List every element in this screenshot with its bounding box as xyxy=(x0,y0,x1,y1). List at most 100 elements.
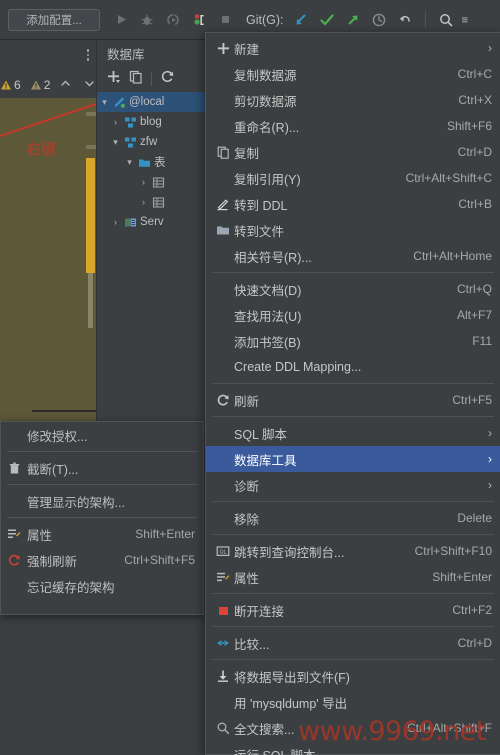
submenu-item-forget-cached-schema[interactable]: 忘记缓存的架构 xyxy=(1,573,203,599)
run-icon[interactable] xyxy=(110,9,132,31)
menu-item-goto-file[interactable]: 转到文件 xyxy=(206,217,500,243)
tree-node-table-2[interactable]: › xyxy=(97,192,212,212)
submenu-item-label: 忘记缓存的架构 xyxy=(27,580,115,595)
tree-node-table-1[interactable]: › xyxy=(97,172,212,192)
menu-item-diagnostics[interactable]: 诊断 › xyxy=(206,472,500,498)
menu-item-accel: Delete xyxy=(457,511,492,525)
menu-item-label: 移除 xyxy=(234,512,260,527)
previous-problem-icon[interactable] xyxy=(59,77,72,93)
schema-icon xyxy=(124,136,137,149)
warning-badge[interactable]: 6 xyxy=(0,78,21,92)
menu-item-duplicate[interactable]: 复制 Ctrl+D xyxy=(206,139,500,165)
chevron-down-icon[interactable]: ▾ xyxy=(110,137,121,148)
menu-item-remove[interactable]: 移除 Delete xyxy=(206,505,500,531)
menu-item-label: 添加书签(B) xyxy=(234,335,301,350)
push-icon[interactable] xyxy=(342,9,364,31)
tree-node-datasource[interactable]: ▾ @local xyxy=(97,92,212,112)
next-problem-icon[interactable] xyxy=(83,77,96,93)
menu-item-label: 用 'mysqldump' 导出 xyxy=(234,696,348,711)
editor-change-marker-secondary xyxy=(88,273,93,328)
menu-item-new[interactable]: 新建 › xyxy=(206,35,500,61)
menu-item-accel: Ctrl+Alt+Shift+C xyxy=(405,171,492,185)
watermark: www.9969.net xyxy=(298,716,486,747)
menu-item-related-symbol[interactable]: 相关符号(R)... Ctrl+Alt+Home xyxy=(206,243,500,269)
history-icon[interactable] xyxy=(368,9,390,31)
menu-item-refresh[interactable]: 刷新 Ctrl+F5 xyxy=(206,387,500,413)
search-icon[interactable] xyxy=(435,9,457,31)
profiler-icon[interactable] xyxy=(188,9,210,31)
menu-item-quick-doc[interactable]: 快速文档(D) Ctrl+Q xyxy=(206,276,500,302)
submenu-item-manage-shown-schemas[interactable]: 管理显示的架构... xyxy=(1,488,203,514)
menu-separator xyxy=(212,534,494,535)
tree-node-label: Serv xyxy=(140,216,164,228)
chevron-right-icon: › xyxy=(488,41,492,55)
tree-node-blog[interactable]: › blog xyxy=(97,112,212,132)
chevron-right-icon[interactable]: › xyxy=(138,197,149,207)
disconnect-icon xyxy=(212,604,234,617)
run-configuration-selector[interactable]: 添加配置... xyxy=(8,8,100,31)
chevron-down-icon[interactable]: ▾ xyxy=(124,157,135,168)
commit-icon[interactable] xyxy=(316,9,338,31)
refresh-icon[interactable] xyxy=(160,69,175,89)
chevron-right-icon[interactable]: › xyxy=(138,177,149,187)
menu-item-accel: Ctrl+Q xyxy=(456,282,492,296)
menu-item-label: 跳转到查询控制台... xyxy=(234,545,345,560)
menu-separator xyxy=(212,383,494,384)
submenu-separator xyxy=(7,451,197,452)
duplicate-icon[interactable] xyxy=(129,70,143,89)
tree-node-zfw[interactable]: ▾ zfw xyxy=(97,132,212,152)
debug-icon[interactable] xyxy=(136,9,158,31)
submenu-item-modify-grants[interactable]: 修改授权... xyxy=(1,422,203,448)
menu-item-database-tools[interactable]: 数据库工具 › xyxy=(206,446,500,472)
git-menu-label[interactable]: Git(G): xyxy=(246,13,284,27)
schema-submenu-popup: 修改授权... 截断(T)... 管理显示的架构... 属性 Shift+Ent… xyxy=(0,421,204,615)
menu-item-add-bookmark[interactable]: 添加书签(B) F11 xyxy=(206,328,500,354)
stop-icon[interactable] xyxy=(214,9,236,31)
tree-node-tables-folder[interactable]: ▾ 表 xyxy=(97,152,212,172)
search-icon xyxy=(212,721,234,735)
menu-item-create-ddl-mapping[interactable]: Create DDL Mapping... xyxy=(206,354,500,380)
menu-item-label: 快速文档(D) xyxy=(234,283,302,298)
menu-item-cut-datasource[interactable]: 剪切数据源 Ctrl+X xyxy=(206,87,500,113)
export-icon xyxy=(212,669,234,683)
submenu-item-properties[interactable]: 属性 Shift+Enter xyxy=(1,521,203,547)
compare-icon xyxy=(212,636,234,650)
server-objects-icon xyxy=(124,216,137,229)
add-icon[interactable] xyxy=(107,70,121,89)
menu-item-compare[interactable]: 比较... Ctrl+D xyxy=(206,630,500,656)
datasource-icon xyxy=(113,96,126,109)
plus-icon xyxy=(212,42,234,55)
menu-item-properties[interactable]: 属性 Shift+Enter xyxy=(206,564,500,590)
menu-item-jump-to-query-console[interactable]: QL 跳转到查询控制台... Ctrl+Shift+F10 xyxy=(206,538,500,564)
menu-item-export-with-mysqldump[interactable]: 用 'mysqldump' 导出 xyxy=(206,689,500,715)
menu-item-rename[interactable]: 重命名(R)... Shift+F6 xyxy=(206,113,500,139)
run-with-coverage-icon[interactable] xyxy=(162,9,184,31)
menu-item-export-data-to-file[interactable]: 将数据导出到文件(F) xyxy=(206,663,500,689)
menu-item-find-usages[interactable]: 查找用法(U) Alt+F7 xyxy=(206,302,500,328)
options-kebab-icon[interactable] xyxy=(81,46,95,64)
rollback-icon[interactable] xyxy=(394,9,416,31)
menu-item-sql-scripts[interactable]: SQL 脚本 › xyxy=(206,420,500,446)
submenu-item-force-refresh[interactable]: 强制刷新 Ctrl+Shift+F5 xyxy=(1,547,203,573)
chevron-right-icon[interactable]: › xyxy=(110,117,121,127)
menu-separator xyxy=(212,272,494,273)
database-tree[interactable]: ▾ @local › blog ▾ zfw ▾ 表 › › › Serv xyxy=(97,92,212,232)
tree-node-server-objects[interactable]: › Serv xyxy=(97,212,212,232)
menu-item-goto-ddl[interactable]: 转到 DDL Ctrl+B xyxy=(206,191,500,217)
error-badge[interactable]: 2 xyxy=(30,78,50,92)
submenu-item-truncate[interactable]: 截断(T)... xyxy=(1,455,203,481)
trash-icon xyxy=(5,462,23,475)
editor-bottom-line xyxy=(32,410,96,412)
update-project-icon[interactable] xyxy=(290,9,312,31)
menu-separator xyxy=(212,416,494,417)
menu-item-copy-datasource[interactable]: 复制数据源 Ctrl+C xyxy=(206,61,500,87)
menu-item-copy-reference[interactable]: 复制引用(Y) Ctrl+Alt+Shift+C xyxy=(206,165,500,191)
more-toolbar-icon[interactable] xyxy=(461,9,469,31)
menu-item-label: SQL 脚本 xyxy=(234,427,288,442)
chevron-down-icon[interactable]: ▾ xyxy=(99,97,110,108)
submenu-item-label: 属性 xyxy=(27,528,53,543)
menu-item-disconnect[interactable]: 断开连接 Ctrl+F2 xyxy=(206,597,500,623)
chevron-right-icon[interactable]: › xyxy=(110,217,121,227)
table-icon xyxy=(152,176,165,189)
menu-item-label: 全文搜索... xyxy=(234,722,295,737)
